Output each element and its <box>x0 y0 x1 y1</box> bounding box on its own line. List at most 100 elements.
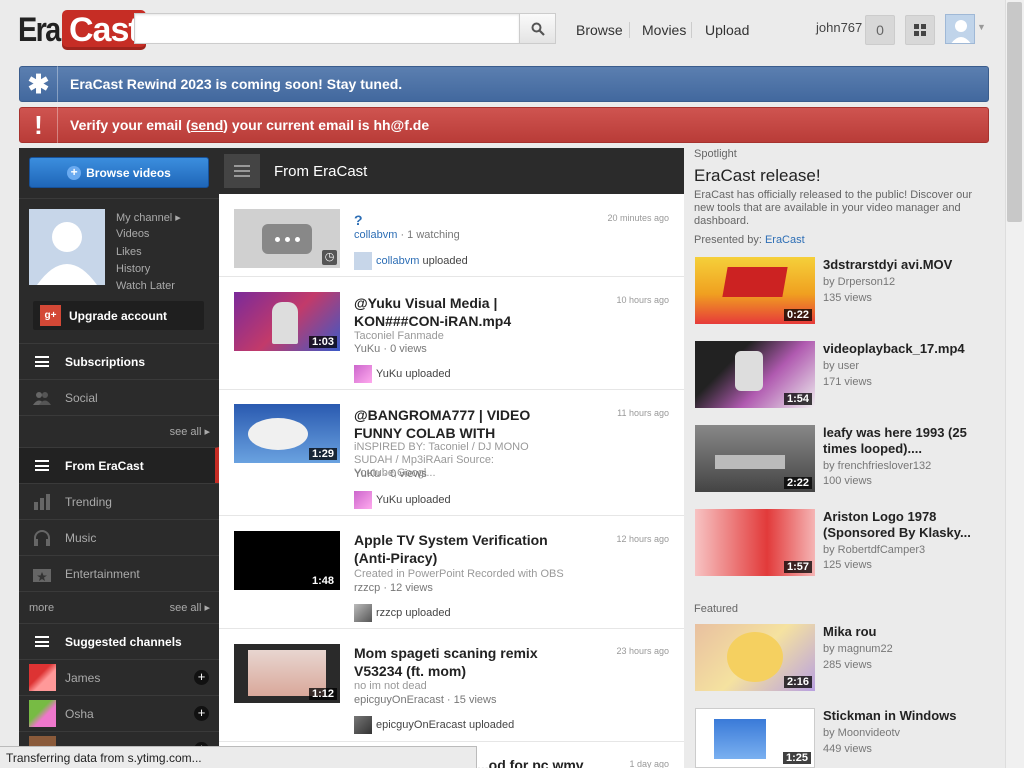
watch-later-link[interactable]: Watch Later <box>116 280 175 292</box>
video-thumbnail[interactable]: 1:48 <box>234 531 340 590</box>
feed-item[interactable]: 1:03 @Yuku Visual Media | KON###CON-iRAN… <box>219 276 684 389</box>
video-meta: rzzcp · 12 views <box>354 582 433 594</box>
likes-link[interactable]: Likes <box>116 246 142 258</box>
menu-icon <box>234 165 250 177</box>
video-title[interactable]: @BANGROMA777 | VIDEO FUNNY COLAB WITH <box>354 406 574 442</box>
browse-videos-label: Browse videos <box>86 165 171 180</box>
uploader-line: collabvm uploaded <box>354 252 468 270</box>
video-thumbnail[interactable]: 1:12 <box>234 644 340 703</box>
video-title[interactable]: Apple TV System Verification (Anti-Pirac… <box>354 531 574 567</box>
uploader-action: uploaded <box>468 719 515 731</box>
search-icon <box>531 22 545 36</box>
search-button[interactable] <box>519 13 556 44</box>
suggested-channel-item[interactable]: James + <box>19 659 219 695</box>
feed-item[interactable]: 1:48 Apple TV System Verification (Anti-… <box>219 515 684 628</box>
video-title[interactable]: Ariston Logo 1978 (Sponsored By Klasky..… <box>823 509 988 541</box>
nav-browse[interactable]: Browse <box>576 22 623 38</box>
featured-label: Featured <box>694 603 739 615</box>
add-channel-button[interactable]: + <box>194 706 209 721</box>
presented-by-label: Presented by: <box>694 234 765 246</box>
see-all-link[interactable]: see all ▸ <box>170 601 210 614</box>
categories-footer: more see all ▸ <box>19 591 219 623</box>
time-ago: 23 hours ago <box>616 646 669 656</box>
sidebar-item-entertainment[interactable]: Entertainment <box>19 555 219 591</box>
sidebar-divider <box>19 198 219 199</box>
video-thumbnail[interactable]: 1:57 <box>695 509 815 576</box>
verify-email-banner: ! Verify your email (send) your current … <box>19 107 989 143</box>
notifications-button[interactable]: 0 <box>865 15 895 45</box>
uploader-name[interactable]: YuKu <box>376 494 402 506</box>
video-title[interactable]: 3dstrarstdyi avi.MOV <box>823 257 988 273</box>
video-thumbnail[interactable]: 2:22 <box>695 425 815 492</box>
sidebar-item-subscriptions[interactable]: Subscriptions <box>19 343 219 379</box>
feed-item[interactable]: 1:29 @BANGROMA777 | VIDEO FUNNY COLAB WI… <box>219 389 684 515</box>
video-thumbnail[interactable]: ◷ <box>234 209 340 268</box>
video-title[interactable]: leafy was here 1993 (25 times looped)...… <box>823 425 988 457</box>
search-input[interactable] <box>134 13 520 44</box>
people-icon <box>33 391 51 405</box>
scrollbar-thumb[interactable] <box>1007 2 1022 222</box>
video-thumbnail[interactable]: 1:54 <box>695 341 815 408</box>
list-icon <box>35 460 49 471</box>
video-thumbnail[interactable]: 1:25 <box>695 708 815 768</box>
video-thumbnail[interactable]: 2:16 <box>695 624 815 691</box>
video-title[interactable]: @Yuku Visual Media | KON###CON-iRAN.mp4 <box>354 294 574 330</box>
uploader-name[interactable]: YuKu <box>376 368 402 380</box>
video-duration: 1:25 <box>782 752 811 764</box>
username[interactable]: john767 <box>816 20 862 35</box>
thumbnail-image <box>714 719 766 759</box>
sidebar-item-trending[interactable]: Trending <box>19 483 219 519</box>
add-channel-button[interactable]: + <box>194 670 209 685</box>
nav-movies[interactable]: Movies <box>642 22 686 38</box>
channel-name: Osha <box>65 706 94 721</box>
uploader-name[interactable]: rzzcp <box>376 607 402 619</box>
eracast-logo[interactable]: Era Cast <box>18 9 146 51</box>
uploader-action: uploaded <box>422 255 468 267</box>
uploader-name[interactable]: collabvm <box>376 255 419 267</box>
uploader-avatar <box>354 491 372 509</box>
suggested-channel-item[interactable]: Osha + <box>19 695 219 731</box>
spotlight-title[interactable]: EraCast release! <box>694 166 821 186</box>
feed-item[interactable]: ◷ ? collabvm · 1 watching 20 minutes ago… <box>219 194 684 276</box>
more-link[interactable]: more <box>29 602 54 614</box>
sidebar-item-from-eracast[interactable]: From EraCast <box>19 447 219 483</box>
video-thumbnail[interactable]: 1:03 <box>234 292 340 351</box>
nav-upload[interactable]: Upload <box>705 22 749 38</box>
spotlight-label: Spotlight <box>694 148 737 160</box>
history-link[interactable]: History <box>116 263 150 275</box>
processing-icon <box>262 224 312 254</box>
profile-picture[interactable] <box>29 209 105 285</box>
spotlight-text: EraCast has officially released to the p… <box>694 189 972 227</box>
video-thumbnail[interactable]: 0:22 <box>695 257 815 324</box>
videos-link[interactable]: Videos <box>116 228 149 240</box>
video-title[interactable]: Mika rou <box>823 624 988 640</box>
upgrade-account-button[interactable]: g+ Upgrade account <box>33 301 204 330</box>
apps-button[interactable] <box>905 15 935 45</box>
channel-link[interactable]: collabvm <box>354 229 397 241</box>
chevron-down-icon[interactable]: ▼ <box>977 22 986 32</box>
video-title[interactable]: Mom spageti scaning remix V53234 (ft. mo… <box>354 644 574 680</box>
subscriptions-see-all[interactable]: see all ▸ <box>19 415 219 447</box>
video-thumbnail[interactable]: 1:29 <box>234 404 340 463</box>
thumbnail-shape <box>248 418 308 450</box>
feed-item[interactable]: 1:12 Mom spageti scaning remix V53234 (f… <box>219 628 684 741</box>
sidebar-item-music[interactable]: Music <box>19 519 219 555</box>
video-title[interactable]: videoplayback_17.mp4 <box>823 341 988 357</box>
trending-label: Trending <box>65 494 112 509</box>
video-title[interactable]: Stickman in Windows <box>823 708 988 724</box>
uploader-avatar <box>354 716 372 734</box>
sidebar-item-social[interactable]: Social <box>19 379 219 415</box>
see-all-link[interactable]: see all ▸ <box>170 425 210 438</box>
thumbnail-figure <box>727 632 783 682</box>
presented-by-link[interactable]: EraCast <box>765 234 805 246</box>
suggested-channels-header: Suggested channels <box>19 623 219 659</box>
video-meta: YuKu · 0 views <box>354 468 427 480</box>
user-avatar[interactable] <box>945 14 975 44</box>
browse-videos-button[interactable]: + Browse videos <box>29 157 209 188</box>
my-channel-link[interactable]: My channel ▸ <box>116 211 181 224</box>
menu-toggle[interactable] <box>224 154 260 188</box>
uploader-name[interactable]: epicguyOnEracast <box>376 719 466 731</box>
video-title[interactable]: ? <box>354 211 574 229</box>
entertainment-label: Entertainment <box>65 566 140 581</box>
send-verification-link[interactable]: send <box>191 117 224 133</box>
